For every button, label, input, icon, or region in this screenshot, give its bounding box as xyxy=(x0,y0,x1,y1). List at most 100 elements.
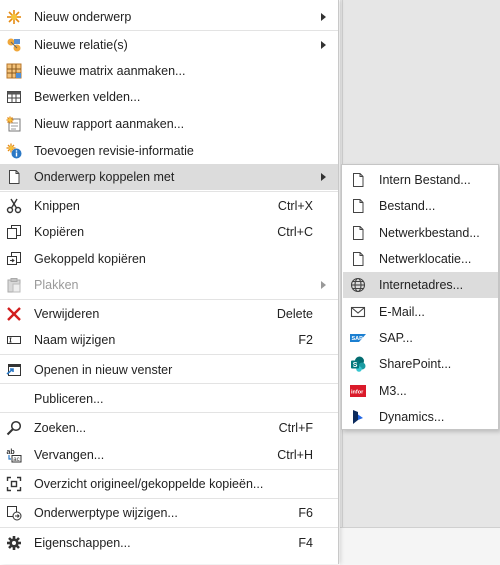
submenu-onderwerp-koppelen-met: Intern Bestand... Bestand... Netwerkbest… xyxy=(341,164,499,430)
menu-item-nieuw-rapport[interactable]: Nieuw rapport aanmaken... xyxy=(0,111,338,137)
menu-item-gekoppeld-kopieren[interactable]: Gekoppeld kopiëren xyxy=(0,246,338,272)
menu-separator xyxy=(0,299,338,300)
shortcut-label: Ctrl+F xyxy=(278,421,313,435)
replace-icon: ab ac xyxy=(6,447,22,463)
menu-item-publiceren[interactable]: Publiceren... xyxy=(0,386,338,412)
submenu-arrow-icon xyxy=(321,281,326,289)
menu-item-label: Verwijderen xyxy=(34,307,100,321)
menu-item-openen-nieuw-venster[interactable]: Openen in nieuw venster xyxy=(0,357,338,383)
linked-copy-icon xyxy=(6,251,22,267)
infor-icon: infor xyxy=(350,383,366,399)
sun-icon xyxy=(6,9,22,25)
submenu-arrow-icon xyxy=(321,173,326,181)
overview-icon xyxy=(6,476,22,492)
sap-icon: SAP xyxy=(350,330,366,346)
submenu-item-label: Netwerkbestand... xyxy=(379,226,480,240)
menu-item-kopieren[interactable]: Kopiëren Ctrl+C xyxy=(0,219,338,245)
menu-item-eigenschappen[interactable]: Eigenschappen... F4 xyxy=(0,530,338,556)
document-icon xyxy=(350,225,366,241)
menu-item-knippen[interactable]: Knippen Ctrl+X xyxy=(0,193,338,219)
submenu-item-m3[interactable]: infor M3... xyxy=(343,378,498,404)
menu-item-overzicht-origineel[interactable]: Overzicht origineel/gekoppelde kopieën..… xyxy=(0,471,338,497)
submenu-item-sap[interactable]: SAP SAP... xyxy=(343,325,498,351)
menu-item-plakken[interactable]: Plakken xyxy=(0,272,338,298)
menu-item-vervangen[interactable]: ab ac Vervangen... Ctrl+H xyxy=(0,442,338,468)
submenu-item-sharepoint[interactable]: S SharePoint... xyxy=(343,351,498,377)
copy-icon xyxy=(6,224,22,240)
menu-item-onderwerp-koppelen-met[interactable]: Onderwerp koppelen met xyxy=(0,164,338,190)
menu-item-label: Naam wijzigen xyxy=(34,333,116,347)
menu-item-label: Kopiëren xyxy=(34,225,85,239)
globe-icon xyxy=(350,277,366,293)
menu-item-label: Eigenschappen... xyxy=(34,536,131,550)
menu-item-label: Vervangen... xyxy=(34,448,105,462)
menu-item-nieuwe-relaties[interactable]: Nieuwe relatie(s) xyxy=(0,32,338,58)
submenu-item-email[interactable]: E-Mail... xyxy=(343,299,498,325)
menu-item-label: Zoeken... xyxy=(34,421,87,435)
submenu-item-netwerkbestand[interactable]: Netwerkbestand... xyxy=(343,220,498,246)
menu-item-label: Nieuwe relatie(s) xyxy=(34,38,128,52)
menu-item-label: Onderwerp koppelen met xyxy=(34,170,175,184)
menu-item-naam-wijzigen[interactable]: Naam wijzigen F2 xyxy=(0,327,338,353)
menu-item-label: Toevoegen revisie-informatie xyxy=(34,144,194,158)
svg-text:ab: ab xyxy=(7,449,15,456)
menu-item-nieuw-onderwerp[interactable]: Nieuw onderwerp xyxy=(0,4,338,30)
submenu-item-label: M3... xyxy=(379,384,407,398)
shortcut-label: Ctrl+H xyxy=(277,448,313,462)
menu-item-label: Publiceren... xyxy=(34,392,104,406)
scissors-icon xyxy=(6,198,22,214)
menu-item-label: Overzicht origineel/gekoppelde kopieën..… xyxy=(34,477,264,491)
svg-text:S: S xyxy=(353,362,358,369)
menu-item-label: Nieuw onderwerp xyxy=(34,10,132,24)
shortcut-label: F4 xyxy=(298,536,313,550)
menu-item-label: Onderwerptype wijzigen... xyxy=(34,506,178,520)
svg-text:infor: infor xyxy=(351,390,364,396)
background-status-strip xyxy=(340,527,500,565)
menu-separator xyxy=(0,498,338,499)
menu-separator xyxy=(0,412,338,413)
menu-item-bewerken-velden[interactable]: Bewerken velden... xyxy=(0,84,338,110)
menu-item-label: Openen in nieuw venster xyxy=(34,363,173,377)
document-icon xyxy=(350,251,366,267)
submenu-item-intern-bestand[interactable]: Intern Bestand... xyxy=(343,167,498,193)
submenu-item-bestand[interactable]: Bestand... xyxy=(343,193,498,219)
menu-item-label: Knippen xyxy=(34,199,80,213)
mail-icon xyxy=(350,304,366,320)
matrix-icon xyxy=(6,63,22,79)
menu-item-verwijderen[interactable]: Verwijderen Delete xyxy=(0,301,338,327)
submenu-item-label: Intern Bestand... xyxy=(379,173,471,187)
menu-item-label: Gekoppeld kopiëren xyxy=(34,252,146,266)
new-window-icon xyxy=(6,362,22,378)
menu-item-label: Bewerken velden... xyxy=(34,90,141,104)
table-icon xyxy=(6,89,22,105)
menu-separator xyxy=(0,527,338,528)
menu-item-toevoegen-revisie[interactable]: Toevoegen revisie-informatie xyxy=(0,138,338,164)
menu-separator xyxy=(0,30,338,31)
paste-icon xyxy=(6,277,22,293)
dynamics-icon xyxy=(350,409,366,425)
revision-info-icon xyxy=(6,143,22,159)
submenu-arrow-icon xyxy=(321,13,326,21)
rename-icon xyxy=(6,332,22,348)
change-type-icon xyxy=(6,505,22,521)
menu-separator xyxy=(0,191,338,192)
document-icon xyxy=(350,172,366,188)
document-icon xyxy=(350,198,366,214)
submenu-item-label: SharePoint... xyxy=(379,357,452,371)
submenu-item-label: SAP... xyxy=(379,331,413,345)
submenu-item-label: Internetadres... xyxy=(379,278,464,292)
submenu-item-label: Netwerklocatie... xyxy=(379,252,472,266)
document-icon xyxy=(6,169,22,185)
menu-item-zoeken[interactable]: Zoeken... Ctrl+F xyxy=(0,415,338,441)
search-icon xyxy=(6,420,22,436)
submenu-item-dynamics[interactable]: Dynamics... xyxy=(343,404,498,430)
submenu-item-internetadres[interactable]: Internetadres... xyxy=(343,272,498,298)
submenu-item-netwerklocatie[interactable]: Netwerklocatie... xyxy=(343,246,498,272)
menu-item-onderwerptype-wijzigen[interactable]: Onderwerptype wijzigen... F6 xyxy=(0,500,338,526)
submenu-arrow-icon xyxy=(321,41,326,49)
menu-item-nieuwe-matrix[interactable]: Nieuwe matrix aanmaken... xyxy=(0,58,338,84)
relation-icon xyxy=(6,37,22,53)
gear-icon xyxy=(6,535,22,551)
svg-text:ac: ac xyxy=(13,457,19,463)
svg-text:SAP: SAP xyxy=(352,336,364,342)
